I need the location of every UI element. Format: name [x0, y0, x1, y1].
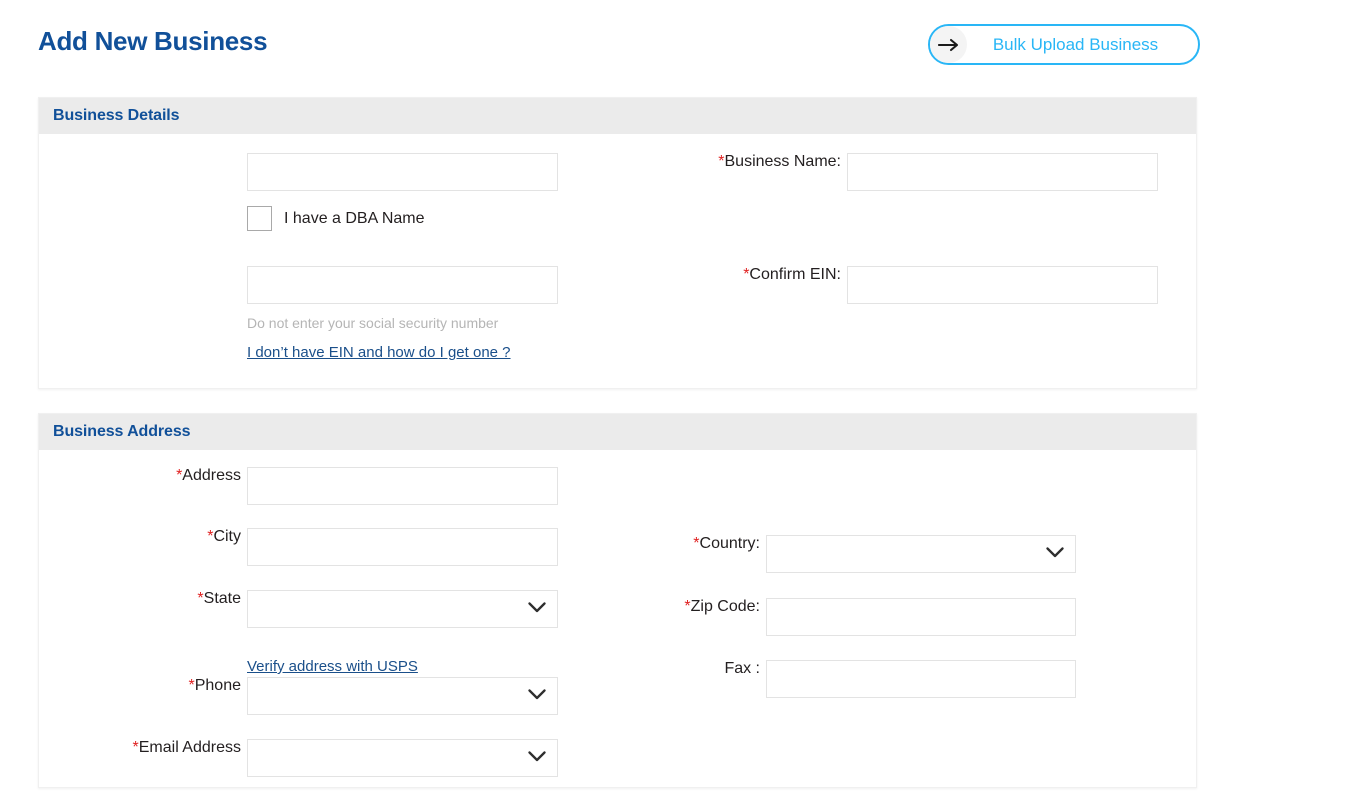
confirm-ein-field: *Confirm EIN:	[599, 266, 847, 284]
address-field: *Address	[39, 467, 247, 485]
city-label-text: City	[213, 528, 241, 545]
city-input[interactable]	[247, 528, 558, 566]
bulk-upload-business-label: Bulk Upload Business	[967, 35, 1198, 55]
arrow-right-icon	[930, 26, 967, 63]
country-select-wrapper[interactable]	[766, 535, 1076, 573]
business-address-body: *Address *City *Country:	[39, 450, 1196, 787]
phone-label: *Phone	[189, 677, 248, 695]
phone-field: *Phone	[39, 677, 247, 695]
address-input[interactable]	[247, 467, 558, 505]
business-details-section-title: Business Details	[53, 107, 179, 125]
confirm-ein-input[interactable]	[847, 266, 1158, 304]
fax-label: Fax :	[724, 660, 766, 678]
address-label-text: Address	[182, 467, 241, 484]
state-select[interactable]	[247, 590, 558, 628]
business-address-section-title: Business Address	[53, 423, 190, 441]
business-address-section-header: Business Address	[39, 414, 1196, 450]
dba-name-checkbox-label: I have a DBA Name	[284, 210, 425, 228]
page-title: Add New Business	[38, 26, 267, 57]
country-label: *Country:	[693, 535, 766, 553]
email-address-select-wrapper[interactable]	[247, 739, 558, 777]
country-select[interactable]	[766, 535, 1076, 573]
email-address-field: *Email Address	[39, 739, 247, 757]
city-label: *City	[207, 528, 247, 546]
dba-name-checkbox[interactable]	[247, 206, 272, 231]
page-header: Add New Business Bulk Upload Business	[0, 0, 1366, 90]
phone-select[interactable]	[247, 677, 558, 715]
dba-name-checkbox-row[interactable]: I have a DBA Name	[247, 206, 425, 231]
ein-input[interactable]	[247, 266, 558, 304]
email-address-select[interactable]	[247, 739, 558, 777]
email-address-label-text: Email Address	[139, 739, 241, 756]
business-name-label: *Business Name:	[718, 153, 847, 171]
country-label-text: Country:	[700, 535, 760, 552]
business-name-input[interactable]	[847, 153, 1158, 191]
business-details-body: *Business Type: *Business Name: I have a…	[39, 134, 1196, 388]
zip-code-input[interactable]	[766, 598, 1076, 636]
ein-hint-text: Do not enter your social security number	[247, 315, 498, 331]
zip-code-field: *Zip Code:	[559, 598, 766, 616]
email-address-label: *Email Address	[133, 739, 248, 757]
business-name-label-text: Business Name:	[725, 153, 842, 170]
verify-address-usps-link[interactable]: Verify address with USPS	[247, 658, 418, 675]
zip-code-label-text: Zip Code:	[691, 598, 760, 615]
bulk-upload-business-button[interactable]: Bulk Upload Business	[928, 24, 1200, 65]
phone-select-wrapper[interactable]	[247, 677, 558, 715]
address-label: *Address	[176, 467, 247, 485]
country-field: *Country:	[559, 535, 766, 553]
fax-field: Fax :	[559, 660, 766, 678]
fax-label-text: Fax :	[724, 660, 760, 677]
state-label: *State	[197, 590, 247, 608]
zip-code-label: *Zip Code:	[684, 598, 766, 616]
business-type-input[interactable]	[247, 153, 558, 191]
confirm-ein-label: *Confirm EIN:	[743, 266, 847, 284]
business-details-section-header: Business Details	[39, 98, 1196, 134]
confirm-ein-label-text: Confirm EIN:	[749, 266, 841, 283]
state-label-text: State	[204, 590, 241, 607]
phone-label-text: Phone	[195, 677, 241, 694]
fax-input[interactable]	[766, 660, 1076, 698]
business-details-panel: Business Details *Business Type: *Busine…	[38, 97, 1197, 389]
business-name-field: *Business Name:	[599, 153, 847, 171]
ein-help-link[interactable]: I don’t have EIN and how do I get one ?	[247, 344, 511, 361]
add-new-business-page: Add New Business Bulk Upload Business Bu…	[0, 0, 1366, 811]
state-field: *State	[39, 590, 247, 608]
city-field: *City	[39, 528, 247, 546]
state-select-wrapper[interactable]	[247, 590, 558, 628]
business-address-panel: Business Address *Address *City *Country…	[38, 413, 1197, 788]
